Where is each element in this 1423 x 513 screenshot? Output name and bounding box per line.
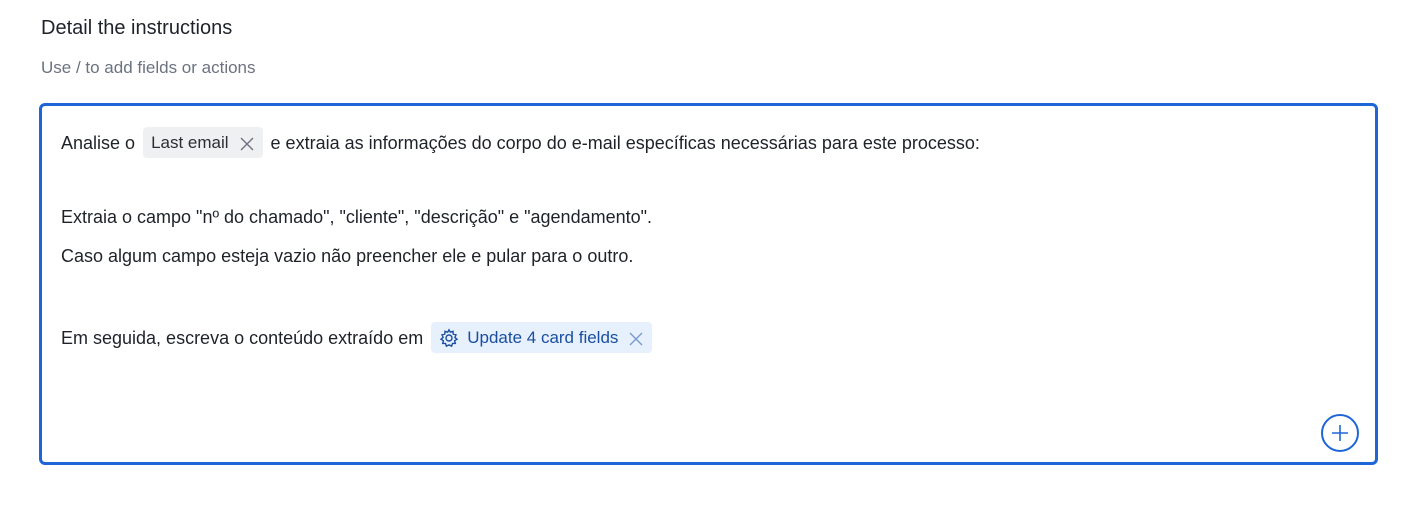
field-chip-last-email[interactable]: Last email [143, 127, 263, 158]
instruction-text: e extraia as informações do corpo do e-m… [270, 132, 980, 153]
add-field-button[interactable] [1321, 414, 1359, 452]
page-subtitle: Use / to add fields or actions [41, 58, 256, 77]
page-title: Detail the instructions [41, 17, 233, 39]
action-chip-update-card-fields[interactable]: Update 4 card fields [431, 322, 653, 353]
instruction-text: Caso algum campo esteja vazio não preenc… [61, 246, 634, 266]
instruction-line: Em seguida, escreva o conteúdo extraído … [61, 322, 660, 353]
instruction-text: Em seguida, escreva o conteúdo extraído … [61, 327, 424, 348]
chip-label: Last email [151, 132, 229, 152]
chip-label: Update 4 card fields [467, 327, 619, 347]
instruction-line: Analise o Last email e extraia as inform… [61, 127, 980, 158]
close-icon[interactable] [628, 330, 644, 346]
gear-icon [439, 327, 459, 348]
instruction-line: Caso algum campo esteja vazio não preenc… [61, 244, 633, 268]
instruction-text: Analise o [61, 132, 136, 153]
instruction-text: Extraia o campo "nº do chamado", "client… [61, 207, 653, 227]
plus-icon [1332, 425, 1348, 441]
instruction-line: Extraia o campo "nº do chamado", "client… [61, 205, 652, 229]
close-icon[interactable] [239, 135, 255, 151]
instructions-editor[interactable]: Analise o Last email e extraia as inform… [39, 103, 1378, 465]
